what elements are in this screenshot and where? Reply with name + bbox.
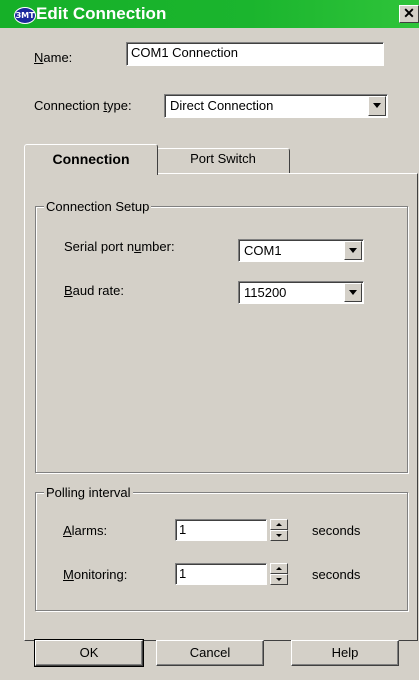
serial-port-value: COM1: [244, 243, 282, 258]
spin-down-icon[interactable]: [270, 530, 288, 541]
cancel-button[interactable]: Cancel: [156, 640, 264, 666]
connection-type-label: Connection type:: [34, 98, 132, 113]
serial-port-label: Serial port number:: [64, 239, 175, 254]
connection-type-select[interactable]: Direct Connection: [164, 94, 388, 118]
close-icon: ✕: [403, 5, 415, 21]
ok-button[interactable]: OK: [34, 639, 144, 667]
baud-rate-label: Baud rate:: [64, 283, 124, 298]
polling-interval-group: [35, 492, 408, 611]
name-input[interactable]: COM1 Connection: [126, 42, 384, 66]
help-button[interactable]: Help: [291, 640, 399, 666]
spin-up-icon[interactable]: [270, 519, 288, 530]
title-bar[interactable]: ЗМТ Edit Connection ✕: [0, 0, 419, 28]
alarms-label: Alarms:: [63, 523, 108, 538]
alarms-unit: seconds: [312, 523, 361, 538]
connection-type-value: Direct Connection: [170, 98, 274, 113]
monitoring-input[interactable]: 1: [175, 563, 267, 585]
baud-rate-select[interactable]: 115200: [238, 281, 364, 304]
chevron-down-icon[interactable]: [344, 283, 362, 302]
close-button[interactable]: ✕: [399, 5, 419, 23]
tab-connection[interactable]: Connection: [24, 144, 158, 175]
monitoring-label: Monitoring:: [63, 567, 128, 582]
alarms-spinner[interactable]: [270, 519, 288, 541]
monitoring-spinner[interactable]: [270, 563, 288, 585]
chevron-down-icon[interactable]: [344, 241, 362, 260]
baud-rate-value: 115200: [244, 285, 287, 300]
connection-setup-title: Connection Setup: [44, 199, 152, 214]
polling-interval-title: Polling interval: [44, 485, 133, 500]
spin-down-icon[interactable]: [270, 574, 288, 585]
monitoring-unit: seconds: [312, 567, 361, 582]
serial-port-select[interactable]: COM1: [238, 239, 364, 262]
window-title: Edit Connection: [36, 4, 167, 23]
chevron-down-icon[interactable]: [368, 96, 386, 116]
alarms-input[interactable]: 1: [175, 519, 267, 541]
spin-up-icon[interactable]: [270, 563, 288, 574]
tab-port-switch[interactable]: Port Switch: [156, 148, 290, 173]
app-logo-icon[interactable]: ЗМТ: [14, 7, 36, 24]
name-label: Name:: [34, 50, 73, 65]
